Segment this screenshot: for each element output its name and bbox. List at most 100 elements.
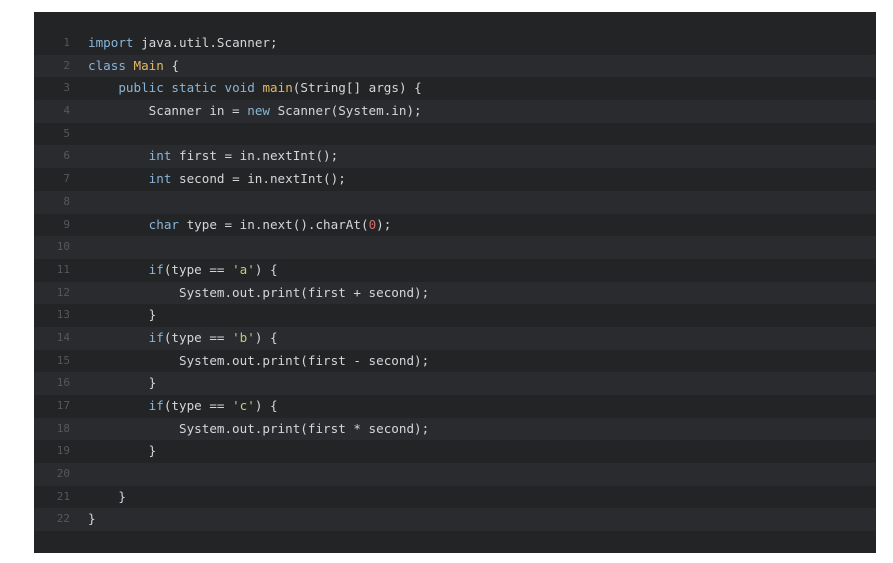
code-lines: 1 import java.util.Scanner; 2 class Main {3… [34, 32, 876, 532]
code-line: 15 System.out.print(first - second); [34, 350, 876, 373]
code-token: char [88, 216, 179, 232]
line-code: class Main { [88, 55, 876, 78]
line-code: } [88, 372, 876, 395]
line-code: if(type == 'a') { [88, 259, 876, 282]
code-token: public [88, 80, 164, 96]
code-token: (type == [163, 398, 233, 413]
line-number: 15 [56, 353, 70, 367]
line-number: 13 [56, 308, 70, 322]
line-number: 7 [63, 172, 70, 186]
code-token: } [88, 443, 157, 459]
code-line: 16 } [34, 372, 876, 395]
line-code: } [88, 486, 876, 509]
line-number: 2 [63, 58, 70, 72]
code-token: (String[] args) { [292, 80, 422, 96]
line-number: 11 [56, 262, 70, 276]
line-number: 20 [56, 467, 70, 481]
code-line: 2 class Main { [34, 54, 876, 78]
code-token: (type == [163, 261, 233, 277]
code-token: new [247, 103, 270, 119]
line-code: System.out.print(first * second); [88, 418, 876, 441]
line-number: 12 [56, 285, 70, 299]
code-line: 17 if(type == 'c') { [34, 395, 876, 418]
code-token: void [224, 80, 255, 96]
code-token: (type == [163, 329, 233, 345]
line-number: 6 [63, 149, 70, 163]
code-token: } [88, 375, 157, 391]
code-token: Main [133, 57, 164, 73]
code-line: 20 [34, 463, 876, 486]
line-number: 21 [56, 489, 70, 503]
code-line: 21 } [34, 486, 876, 509]
code-token: System.out.print(first - second); [88, 352, 430, 368]
code-token: ) { [254, 261, 278, 277]
line-code: public static void main(String[] args) { [88, 77, 876, 100]
code-token: if [88, 329, 164, 345]
code-token: import [88, 35, 134, 50]
code-token: if [88, 398, 164, 413]
line-number: 22 [56, 512, 70, 526]
code-token: } [88, 511, 96, 527]
code-token: Scanner in = [88, 103, 248, 119]
code-token: } [88, 307, 157, 323]
line-code: if(type == 'b') { [88, 327, 876, 350]
line-number: 3 [63, 81, 70, 95]
line-code: import java.util.Scanner; [88, 32, 876, 55]
code-token: } [88, 488, 126, 504]
line-number: 9 [63, 217, 70, 231]
code-line: 22} [34, 508, 876, 532]
code-token: ) { [254, 329, 278, 345]
line-number: 4 [63, 104, 70, 118]
line-code: if(type == 'c') { [88, 395, 876, 418]
code-token: 'a' [232, 261, 255, 277]
code-line: 5 [34, 123, 876, 146]
code-token: second = in.nextInt(); [171, 171, 346, 187]
code-line: 6 int first = in.nextInt(); [34, 145, 876, 169]
code-token: ) { [254, 398, 278, 413]
code-token: main [262, 80, 293, 96]
line-number: 10 [56, 240, 70, 254]
code-token: System.out.print(first + second); [88, 284, 430, 300]
line-number: 16 [56, 376, 70, 390]
code-line: 3 public static void main(String[] args)… [34, 77, 876, 100]
code-line: 13 } [34, 304, 876, 327]
line-code: System.out.print(first + second); [88, 282, 876, 305]
code-line: 18 System.out.print(first * second); [34, 417, 876, 441]
code-block: 1 import java.util.Scanner; 2 class Main {3… [34, 12, 876, 553]
code-line: 7 int second = in.nextInt(); [34, 168, 876, 191]
code-token: System.out.print(first * second); [88, 420, 430, 436]
line-code: } [88, 508, 876, 531]
code-token: class [88, 57, 126, 73]
code-line: 9 char type = in.next().charAt(0); [34, 214, 876, 237]
code-token: first = in.nextInt(); [171, 148, 339, 164]
code-token: Scanner(System.in); [269, 103, 422, 119]
line-number: 8 [63, 194, 70, 208]
code-token: static [171, 80, 217, 96]
line-number: 1 [63, 36, 70, 49]
code-line: 4 Scanner in = new Scanner(System.in); [34, 100, 876, 123]
code-token: java.util.Scanner; [133, 35, 278, 50]
code-token: { [163, 57, 180, 73]
line-number: 17 [56, 399, 70, 412]
line-code: char type = in.next().charAt(0); [88, 214, 876, 237]
code-token: if [88, 261, 164, 277]
line-number: 5 [63, 126, 70, 140]
code-line: 8 [34, 190, 876, 214]
line-code: System.out.print(first - second); [88, 350, 876, 373]
line-code: int first = in.nextInt(); [88, 145, 876, 168]
line-code: Scanner in = new Scanner(System.in); [88, 100, 876, 123]
line-code: } [88, 440, 876, 463]
code-line: 10 [34, 236, 876, 259]
line-number: 19 [56, 444, 70, 458]
code-line: 14 if(type == 'b') { [34, 326, 876, 350]
code-token: 'c' [232, 398, 255, 413]
line-number: 18 [56, 421, 70, 435]
line-code: } [88, 304, 876, 327]
code-token: ); [376, 216, 392, 232]
code-line: 19 } [34, 440, 876, 463]
code-token: int [88, 171, 172, 187]
line-number: 14 [56, 330, 70, 344]
code-token: type = in.next().charAt( [179, 216, 369, 232]
